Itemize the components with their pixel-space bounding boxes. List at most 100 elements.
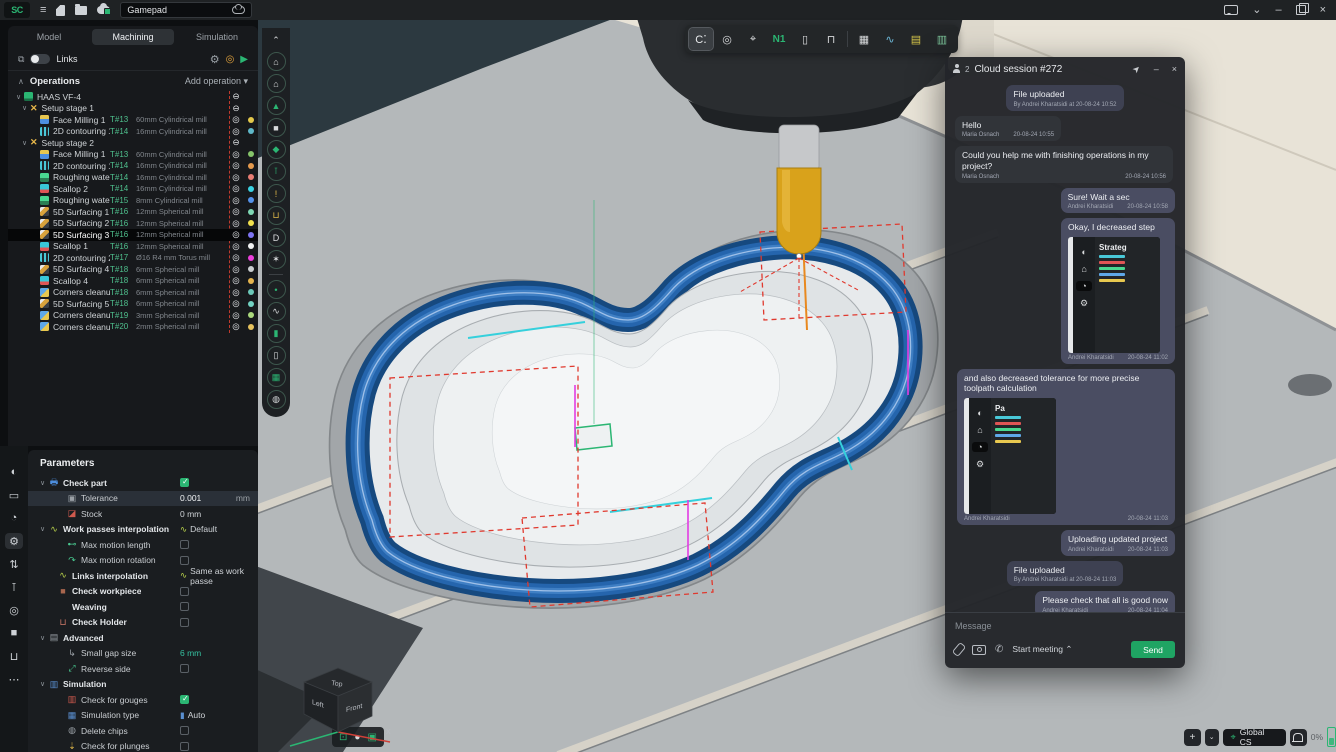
color-dot-cell[interactable] bbox=[244, 220, 258, 226]
param-control[interactable]: ∿Default bbox=[180, 524, 217, 535]
chat-toggle-icon[interactable]: ◍ bbox=[267, 390, 286, 409]
tool-holder-display-icon[interactable]: ⊓ bbox=[819, 28, 843, 50]
operation-row[interactable]: 5D Surfacing 2T#1612mm Spherical mill◎ bbox=[8, 218, 258, 230]
curves-visibility-icon[interactable]: ∿ bbox=[267, 302, 286, 321]
operation-row[interactable]: Scallop 1T#1612mm Spherical mill◎ bbox=[8, 241, 258, 253]
chat-message[interactable]: and also decreased tolerance for more pr… bbox=[957, 369, 1175, 525]
param-row-check-for-gouges[interactable]: ▥Check for gouges bbox=[28, 692, 258, 708]
expander-icon[interactable]: ∨ bbox=[22, 139, 30, 147]
camera-icon[interactable] bbox=[972, 645, 986, 655]
param-control[interactable] bbox=[180, 618, 189, 627]
param-control[interactable]: 0.001 bbox=[180, 493, 201, 503]
fixture-visibility-icon[interactable]: ◆ bbox=[267, 140, 286, 159]
checkbox-off[interactable] bbox=[180, 556, 189, 565]
param-control[interactable] bbox=[180, 478, 189, 487]
tool-case-icon[interactable]: ▭ bbox=[5, 487, 23, 503]
op-color-dot[interactable] bbox=[248, 117, 254, 123]
stock-display-icon[interactable]: ▯ bbox=[793, 28, 817, 50]
color-dot-cell[interactable] bbox=[244, 174, 258, 180]
checkbox-off[interactable] bbox=[180, 587, 189, 596]
operation-row[interactable]: 5D Surfacing 3T#1612mm Spherical mill◎ bbox=[8, 229, 258, 241]
op-color-dot[interactable] bbox=[248, 278, 254, 284]
color-dot-cell[interactable] bbox=[244, 266, 258, 272]
operation-row[interactable]: 2D contouring 1T#1416mm Cylindrical mill… bbox=[8, 160, 258, 172]
chat-window-icon[interactable] bbox=[1224, 5, 1238, 15]
checkbox-off[interactable] bbox=[180, 618, 189, 627]
op-color-dot[interactable] bbox=[248, 301, 254, 307]
gear-icon[interactable]: ⚙ bbox=[210, 53, 220, 66]
cloud-sync-icon[interactable] bbox=[97, 6, 110, 14]
param-row-small-gap-size[interactable]: ↳Small gap size6 mm bbox=[28, 646, 258, 662]
toolpath-target-icon[interactable]: ◎ bbox=[228, 310, 244, 321]
operation-row[interactable]: Scallop 2T#1416mm Cylindrical mill◎ bbox=[8, 183, 258, 195]
param-row-simulation-type[interactable]: ▦Simulation type▮Auto bbox=[28, 708, 258, 724]
chat-message[interactable]: Could you help me with finishing operati… bbox=[955, 146, 1173, 182]
operation-row[interactable]: 5D Surfacing 1T#1612mm Spherical mill◎ bbox=[8, 206, 258, 218]
coordinate-system-pill[interactable]: ⌖ Global CS bbox=[1223, 729, 1286, 746]
param-control[interactable] bbox=[180, 540, 189, 549]
links-graph-icon[interactable]: ⧉ bbox=[18, 54, 24, 65]
expander-icon[interactable]: ∨ bbox=[22, 104, 30, 112]
color-dot-cell[interactable] bbox=[244, 163, 258, 169]
chat-minimize-button[interactable]: – bbox=[1154, 64, 1159, 74]
main-menu-button[interactable]: ≡ bbox=[40, 5, 46, 16]
stock-panel-icon[interactable]: ■ bbox=[5, 625, 23, 641]
toolpath-target-icon[interactable]: ◎ bbox=[228, 149, 244, 160]
measure-caliper-icon[interactable]: ⌖ bbox=[741, 28, 765, 50]
operation-row[interactable]: Roughing waterline 1T#1416mm Cylindrical… bbox=[8, 172, 258, 184]
cs-dropdown-button[interactable]: ⌄ bbox=[1205, 729, 1219, 746]
color-dot-cell[interactable] bbox=[244, 151, 258, 157]
op-color-dot[interactable] bbox=[248, 266, 254, 272]
op-color-dot[interactable] bbox=[248, 324, 254, 330]
titlebar-chevron-icon[interactable]: ⌄ bbox=[1252, 5, 1261, 16]
toolpath-target-icon[interactable]: ◎ bbox=[228, 241, 244, 252]
param-value[interactable]: Auto bbox=[188, 710, 206, 720]
toolpath-target-icon[interactable]: ◎ bbox=[228, 114, 244, 125]
param-row-work-passes-interpolation[interactable]: ∨∿Work passes interpolation∿Default bbox=[28, 522, 258, 538]
start-meeting-button[interactable]: Start meeting ⌃ bbox=[1012, 644, 1072, 655]
message-screenshot-strategy[interactable]: ◐⌂◔⚙Strateg⧉ bbox=[1068, 237, 1160, 353]
op-color-dot[interactable] bbox=[248, 289, 254, 295]
pattern-visibility-icon[interactable]: ✶ bbox=[267, 250, 286, 269]
toolpath-target-icon[interactable]: ◎ bbox=[228, 298, 244, 309]
minimize-button[interactable]: – bbox=[1275, 5, 1281, 16]
operation-row[interactable]: Face Milling 1T#1360mm Cylindrical mill◎ bbox=[8, 114, 258, 126]
toolpath-target-icon[interactable]: ◎ bbox=[228, 160, 244, 171]
chat-message[interactable]: File uploadedBy Andrei Kharatsidi at 20-… bbox=[1006, 85, 1123, 111]
operation-row[interactable]: ∨✕Setup stage 1⊖ bbox=[8, 103, 258, 115]
checkbox-on[interactable] bbox=[180, 695, 189, 704]
attach-icon[interactable] bbox=[952, 642, 966, 657]
probe-check-icon[interactable]: ◎ bbox=[715, 28, 739, 50]
param-row-reverse-side[interactable]: ⤢Reverse side bbox=[28, 661, 258, 677]
operation-row[interactable]: 2D contouring 1T#1416mm Cylindrical mill… bbox=[8, 126, 258, 138]
chat-messages[interactable]: File uploadedBy Andrei Kharatsidi at 20-… bbox=[945, 81, 1185, 612]
links-toggle[interactable] bbox=[30, 54, 50, 64]
send-button[interactable]: Send bbox=[1131, 641, 1175, 658]
toolpath-target-icon[interactable]: ◎ bbox=[228, 195, 244, 206]
color-dot-cell[interactable] bbox=[244, 128, 258, 134]
checkbox-on[interactable] bbox=[180, 478, 189, 487]
op-color-dot[interactable] bbox=[248, 128, 254, 134]
param-control[interactable]: 6 mm bbox=[180, 648, 201, 658]
suppress-icon[interactable]: ⊖ bbox=[228, 91, 244, 102]
param-row-check-holder[interactable]: ⊔Check Holder bbox=[28, 615, 258, 631]
param-control[interactable]: ▮Auto bbox=[180, 710, 205, 721]
workpiece-setup-icon[interactable]: ◐ bbox=[5, 464, 23, 480]
collapse-strip-icon[interactable]: ⌃ bbox=[268, 32, 285, 49]
toolpath-target-icon[interactable]: ◎ bbox=[228, 126, 244, 137]
record-session-icon[interactable]: ◎ bbox=[5, 602, 23, 618]
checkbox-off[interactable] bbox=[180, 726, 189, 735]
tuning-sliders-icon[interactable]: ⇅ bbox=[5, 556, 23, 572]
color-dot-cell[interactable] bbox=[244, 232, 258, 238]
c-axis-toggle-icon[interactable]: C⁚ bbox=[689, 28, 713, 50]
chat-message[interactable]: File uploadedBy Andrei Kharatsidi at 20-… bbox=[1007, 561, 1124, 587]
chat-message[interactable]: Please check that all is good nowAndrei … bbox=[1035, 591, 1175, 612]
color-dot-cell[interactable] bbox=[244, 289, 258, 295]
tool-axis-visibility-icon[interactable]: ! bbox=[267, 184, 286, 203]
toolpath-target-icon[interactable]: ◎ bbox=[228, 183, 244, 194]
color-dot-cell[interactable] bbox=[244, 117, 258, 123]
stock-visibility-icon[interactable]: ■ bbox=[267, 118, 286, 137]
operation-row[interactable]: 5D Surfacing 4T#186mm Spherical mill◎ bbox=[8, 264, 258, 276]
chat-message[interactable]: Okay, I decreased step◐⌂◔⚙Strateg⧉Andrei… bbox=[1061, 218, 1175, 364]
param-expander[interactable]: ∨ bbox=[40, 479, 49, 487]
